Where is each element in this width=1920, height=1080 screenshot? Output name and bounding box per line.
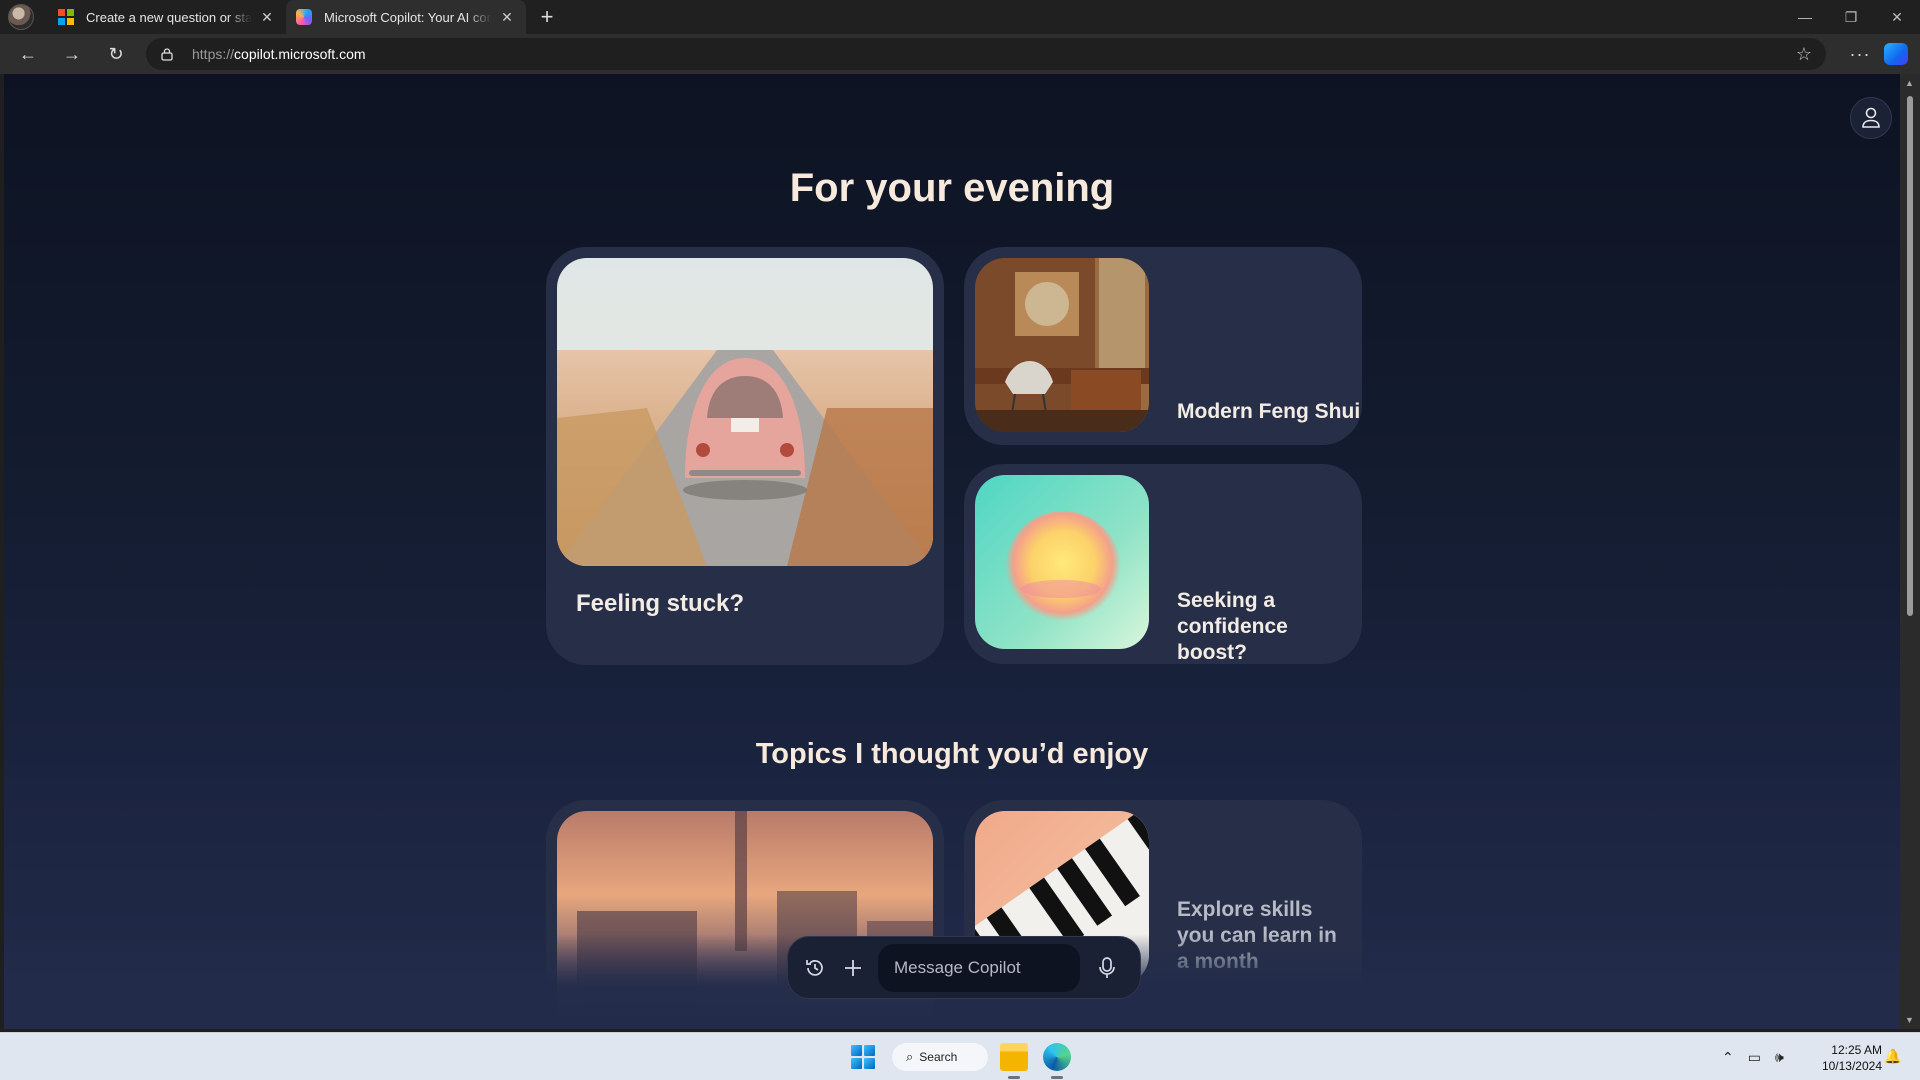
person-icon (1862, 107, 1880, 128)
message-composer: Message Copilot (787, 936, 1141, 999)
refresh-button[interactable]: ↻ (94, 34, 138, 74)
lock-icon[interactable] (160, 47, 174, 61)
evening-heading: For your evening (789, 166, 1115, 210)
microsoft-logo-icon (58, 9, 74, 25)
topics-heading: Topics I thought you’d enjoy (755, 738, 1149, 770)
copilot-page: For your evening Feeling stuck? Modern F… (4, 74, 1900, 1029)
volume-icon[interactable]: 🕪 (1775, 1049, 1784, 1066)
interior-room-image (975, 258, 1149, 432)
plus-icon (845, 959, 861, 976)
card-title: Seeking a confidence boost? (1177, 589, 1288, 664)
system-clock[interactable]: 12:25 AM 10/13/2024 (1812, 1042, 1882, 1074)
file-explorer-icon[interactable] (1000, 1043, 1028, 1071)
card-modern-feng-shui[interactable]: Modern Feng Shui (964, 247, 1362, 445)
app-running-indicator (1008, 1076, 1020, 1079)
account-button[interactable] (1850, 97, 1892, 139)
minimize-icon[interactable]: — (1782, 0, 1828, 34)
scroll-up-icon[interactable]: ▲ (1905, 78, 1914, 88)
edge-browser-icon[interactable] (1043, 1043, 1071, 1071)
message-input[interactable]: Message Copilot (878, 943, 1080, 992)
scroll-down-icon[interactable]: ▼ (1905, 1015, 1914, 1025)
copilot-logo-icon (296, 9, 312, 25)
notification-bell-icon[interactable]: 🔔 (1884, 1048, 1901, 1065)
search-icon: ⌕ (906, 1049, 914, 1064)
window-controls: — ❐ ✕ (1782, 0, 1920, 34)
url-text: https://copilot.microsoft.com (192, 46, 366, 62)
scroll-thumb[interactable] (1907, 96, 1913, 616)
network-icon[interactable]: ▭ (1748, 1049, 1761, 1066)
close-window-icon[interactable]: ✕ (1874, 0, 1920, 34)
search-label: Search (919, 1050, 958, 1064)
app-running-indicator (1051, 1076, 1063, 1079)
vintage-car-image (557, 258, 933, 566)
card-title: Modern Feng Shui (1177, 400, 1361, 423)
back-button[interactable]: ← (6, 34, 50, 74)
chevron-up-icon[interactable]: ⌃ (1722, 1049, 1734, 1066)
card-feeling-stuck[interactable]: Feeling stuck? (546, 247, 944, 665)
taskbar-search[interactable]: ⌕ Search (892, 1043, 988, 1071)
tab-title: Microsoft Copilot: Your AI companion (324, 9, 492, 25)
tab-discussion[interactable]: Create a new question or start a discuss… (48, 0, 286, 34)
microphone-button[interactable] (1088, 949, 1126, 987)
address-bar[interactable]: https://copilot.microsoft.com ☆ (146, 38, 1826, 70)
new-chat-button[interactable] (834, 949, 872, 987)
clock-date: 10/13/2024 (1821, 1059, 1882, 1073)
restore-icon[interactable]: ❐ (1828, 0, 1874, 34)
page-scrollbar[interactable]: ▲ ▼ (1900, 74, 1920, 1029)
browser-toolbar: ← → ↻ https://copilot.microsoft.com ☆ ··… (0, 34, 1920, 74)
tab-strip: Create a new question or start a discuss… (0, 0, 1920, 34)
start-button[interactable] (851, 1045, 875, 1069)
profile-avatar[interactable] (8, 4, 34, 30)
tab-title: Create a new question or start a discuss… (86, 9, 252, 25)
microphone-icon (1099, 956, 1115, 978)
card-title: Feeling stuck? (576, 590, 745, 617)
tab-copilot[interactable]: Microsoft Copilot: Your AI companion ✕ (286, 0, 526, 34)
system-tray: ⌃ ▭ 🕪 (1722, 1033, 1798, 1080)
sunset-gradient-image (975, 475, 1149, 649)
windows-taskbar: ⌕ Search ⌃ ▭ 🕪 12:25 AM 10/13/2024 🔔 (0, 1032, 1920, 1080)
favorite-star-icon[interactable]: ☆ (1796, 44, 1812, 65)
forward-button[interactable]: → (50, 34, 94, 74)
more-options-icon[interactable]: ··· (1840, 34, 1880, 74)
close-tab-icon[interactable]: ✕ (258, 9, 276, 26)
history-icon (806, 959, 823, 976)
copilot-sidebar-icon[interactable] (1884, 43, 1908, 65)
close-tab-icon[interactable]: ✕ (498, 9, 516, 26)
clock-time: 12:25 AM (1831, 1043, 1882, 1057)
new-tab-button[interactable]: + (530, 4, 564, 30)
history-button[interactable] (796, 949, 834, 987)
card-confidence-boost[interactable]: Seeking a confidence boost? (964, 464, 1362, 664)
